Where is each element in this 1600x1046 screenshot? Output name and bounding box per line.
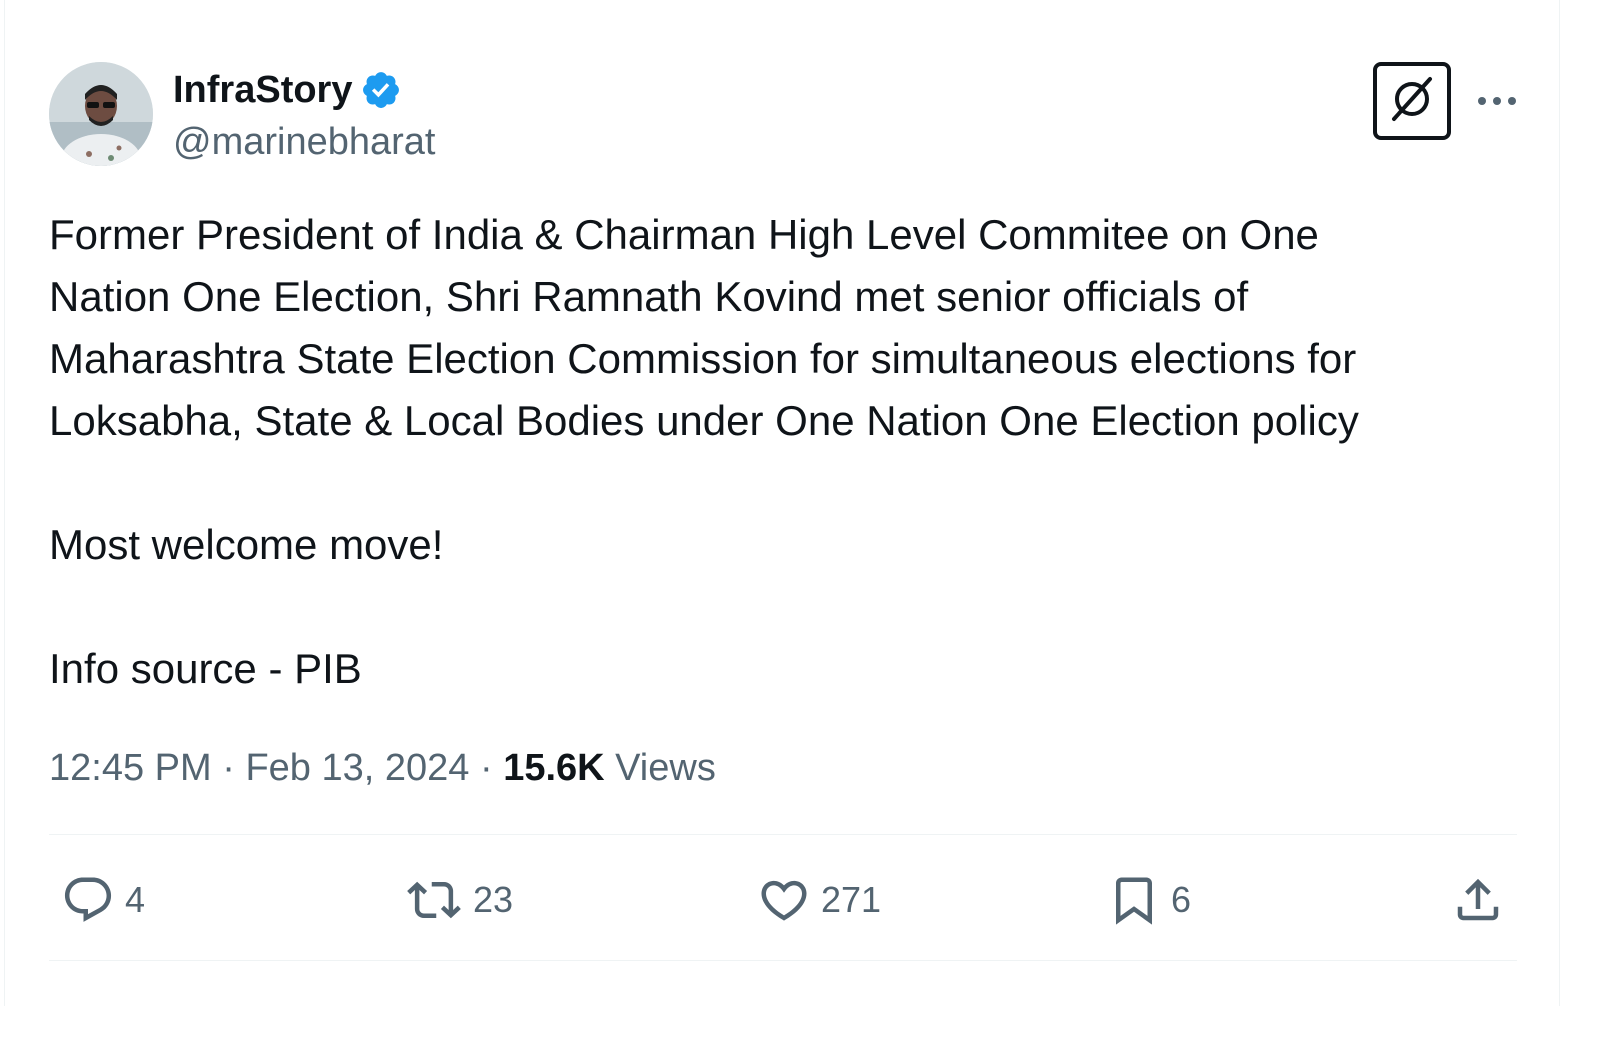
heart-icon xyxy=(757,873,811,927)
share-button[interactable] xyxy=(1451,866,1505,934)
more-dots-icon xyxy=(1477,93,1517,111)
like-button[interactable]: 271 xyxy=(757,866,881,934)
repost-arrows-icon xyxy=(405,873,463,927)
views-label: Views xyxy=(604,747,716,789)
tweet-date[interactable]: Feb 13, 2024 xyxy=(245,747,469,789)
repost-count: 23 xyxy=(473,879,514,920)
share-upload-icon xyxy=(1451,873,1505,927)
repost-button[interactable]: 23 xyxy=(405,866,513,934)
grok-icon xyxy=(1386,73,1438,130)
tweet-text: Former President of India & Chairman Hig… xyxy=(49,211,1359,692)
bookmark-icon xyxy=(1107,873,1161,927)
views-count: 15.6K xyxy=(503,747,605,789)
bookmark-count: 6 xyxy=(1171,879,1192,920)
grok-button[interactable] xyxy=(1373,62,1451,140)
reply-count: 4 xyxy=(125,879,146,920)
tweet-time[interactable]: 12:45 PM xyxy=(49,747,212,789)
reply-button[interactable]: 4 xyxy=(61,866,145,934)
display-name-row: InfraStory xyxy=(173,66,435,114)
tweet-meta: 12:45 PM · Feb 13, 2024 · 15.6K Views xyxy=(49,740,716,796)
avatar[interactable] xyxy=(49,62,153,166)
tweet-header: InfraStory @marinebharat xyxy=(49,62,1519,166)
more-options-button[interactable] xyxy=(1475,82,1519,122)
meta-separator: · xyxy=(469,747,504,789)
like-count: 271 xyxy=(821,879,882,920)
user-block: InfraStory @marinebharat xyxy=(173,66,435,166)
handle[interactable]: @marinebharat xyxy=(173,118,435,166)
divider xyxy=(49,960,1517,961)
bookmark-button[interactable]: 6 xyxy=(1107,866,1191,934)
reply-bubble-icon xyxy=(61,873,115,927)
display-name[interactable]: InfraStory xyxy=(173,66,352,114)
meta-separator: · xyxy=(211,747,246,789)
divider xyxy=(49,834,1517,835)
verified-badge-icon[interactable] xyxy=(360,69,402,111)
avatar-image xyxy=(49,62,153,166)
action-bar: 4 23 271 6 xyxy=(49,866,1517,934)
tweet-card: InfraStory @marinebharat Former Presiden… xyxy=(4,0,1560,1006)
